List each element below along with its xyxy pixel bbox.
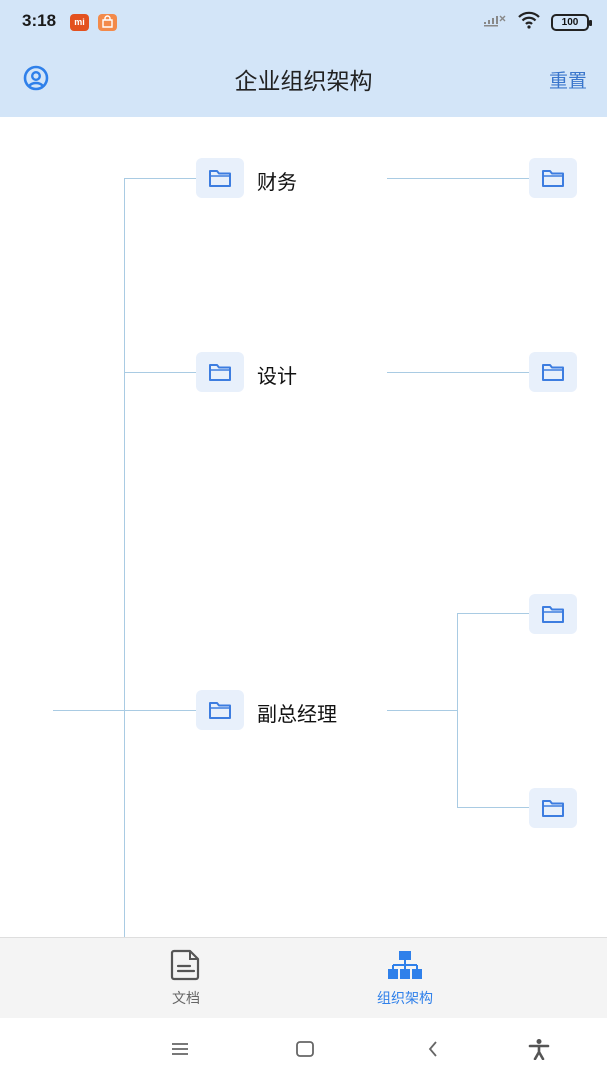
- org-node-label: 副总经理: [257, 702, 337, 726]
- branch-connector: [124, 178, 197, 179]
- org-chart-icon: [387, 948, 423, 982]
- no-signal-icon: [483, 12, 507, 32]
- accessibility-icon[interactable]: [525, 1036, 553, 1062]
- child-connector: [457, 613, 530, 614]
- org-child-node[interactable]: [529, 788, 577, 828]
- home-icon[interactable]: [291, 1036, 319, 1062]
- org-node-vice-gm[interactable]: [196, 690, 244, 730]
- system-nav-bar: [0, 1018, 607, 1080]
- folder-icon: [209, 702, 231, 719]
- child-trunk-connector: [457, 613, 458, 807]
- org-tree: 财务 设计 副总经理: [0, 117, 607, 937]
- menu-icon[interactable]: [166, 1036, 194, 1062]
- org-node-label: 设计: [257, 364, 297, 388]
- child-connector: [387, 372, 530, 373]
- bottom-nav: 文档 组织架构: [0, 937, 607, 1018]
- org-node-finance[interactable]: [196, 158, 244, 198]
- org-child-node[interactable]: [529, 352, 577, 392]
- folder-icon: [542, 800, 564, 817]
- org-child-node[interactable]: [529, 158, 577, 198]
- nav-tab-documents[interactable]: 文档: [150, 938, 222, 1019]
- back-icon[interactable]: [419, 1036, 447, 1062]
- shop-app-icon: [98, 14, 117, 31]
- status-right: 100: [483, 11, 592, 33]
- wifi-icon: [517, 11, 541, 33]
- reset-button[interactable]: 重置: [549, 66, 587, 93]
- trunk-connector: [124, 178, 125, 937]
- root-connector: [53, 710, 125, 711]
- nav-tab-org-chart[interactable]: 组织架构: [350, 938, 460, 1019]
- nav-tab-label: 文档: [172, 991, 200, 1007]
- app-header: 3:18 mi 100 企业组织架构 重置: [0, 0, 607, 117]
- folder-icon: [542, 364, 564, 381]
- org-child-node[interactable]: [529, 594, 577, 634]
- folder-icon: [542, 170, 564, 187]
- branch-connector: [124, 710, 197, 711]
- folder-icon: [542, 606, 564, 623]
- folder-icon: [209, 364, 231, 381]
- child-connector: [387, 178, 530, 179]
- folder-icon: [209, 170, 231, 187]
- child-connector: [387, 710, 458, 711]
- org-node-design[interactable]: [196, 352, 244, 392]
- page-title: 企业组织架构: [234, 69, 373, 95]
- child-connector: [457, 807, 530, 808]
- battery-icon: 100: [551, 13, 592, 31]
- status-time: 3:18: [22, 11, 57, 30]
- status-bar: 3:18 mi 100: [0, 0, 607, 44]
- document-icon: [168, 948, 204, 982]
- nav-tab-label: 组织架构: [377, 991, 433, 1007]
- org-node-label: 财务: [257, 170, 297, 194]
- branch-connector: [124, 372, 197, 373]
- mi-app-icon: mi: [70, 14, 89, 31]
